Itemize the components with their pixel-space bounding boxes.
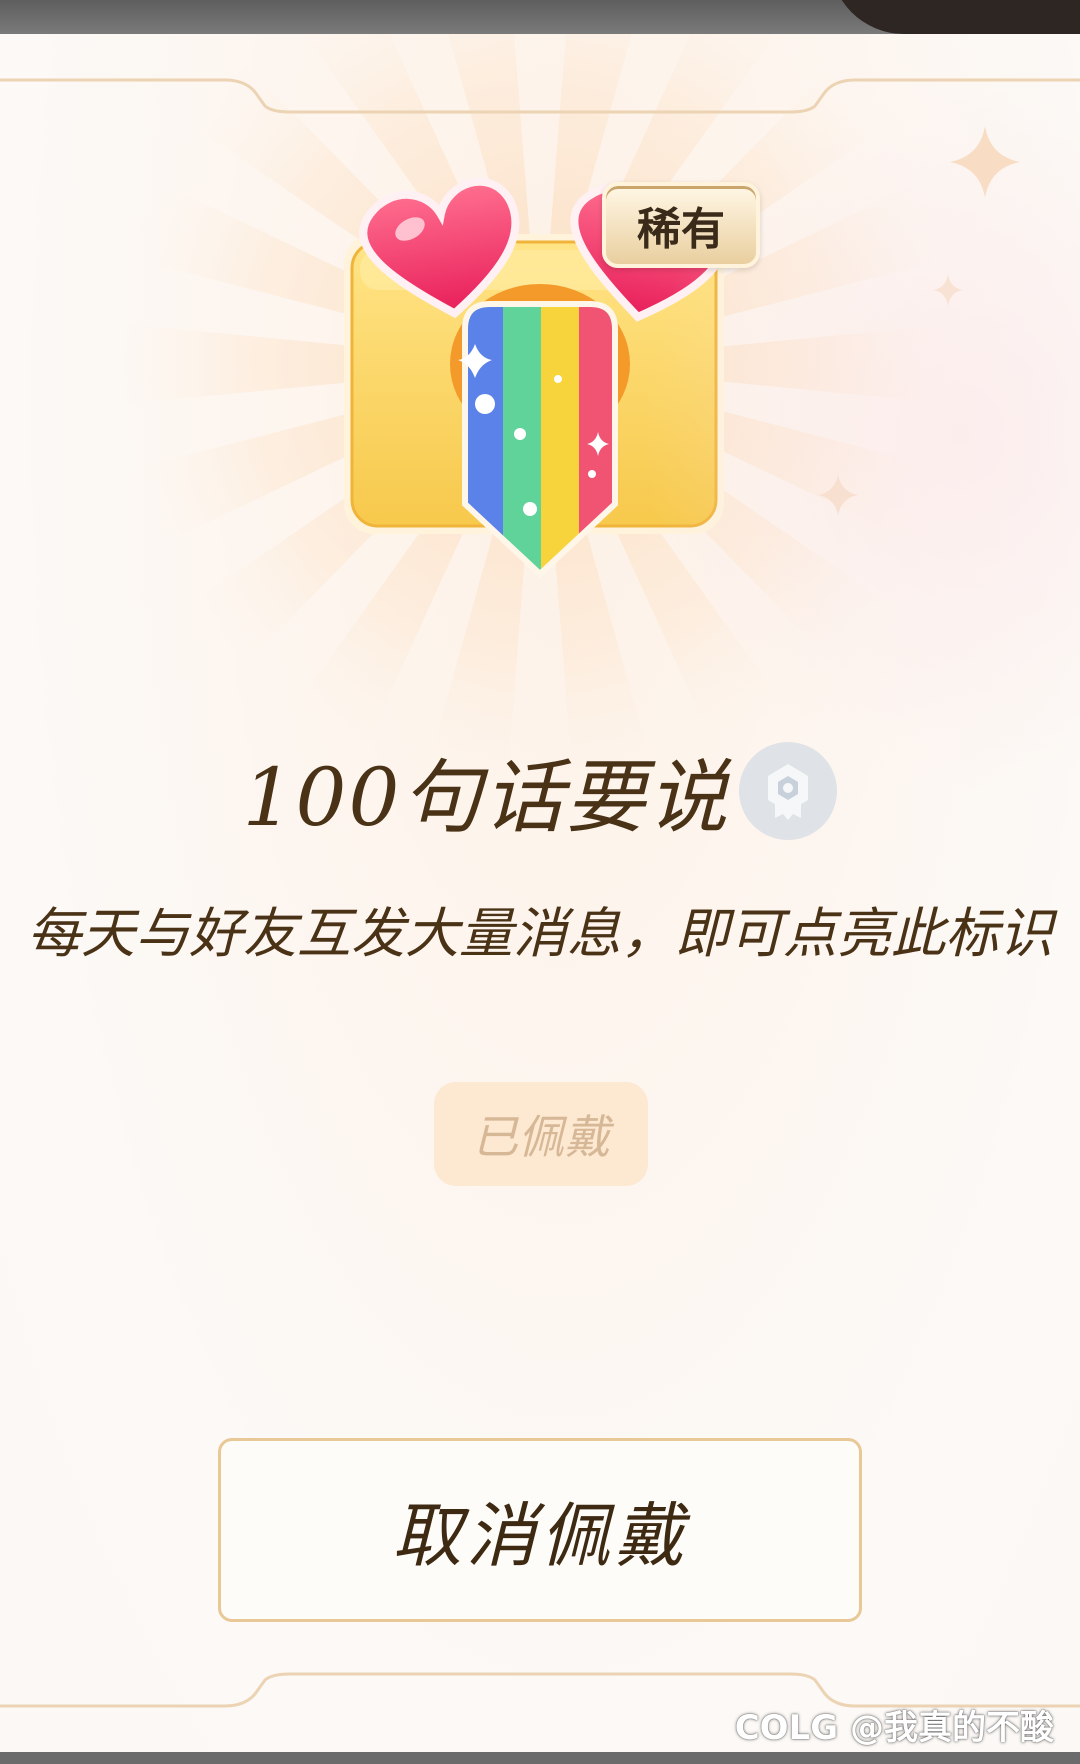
badge-title: 100句话要说 — [242, 751, 730, 844]
watermark: COLG @我真的不酸 — [734, 1707, 1054, 1748]
badge-detail-card: 稀有 100句话要说 每天与好友互发大量消息，即可点亮此标识 已佩戴 取消佩戴 — [0, 34, 1080, 1752]
medal-icon — [739, 742, 838, 840]
status-bar — [0, 0, 1080, 34]
avatar-edge — [830, 0, 1080, 34]
sparkle-icon — [818, 126, 1020, 516]
badge-title-row: 100句话要说 — [0, 736, 1080, 846]
cancel-wear-button[interactable]: 取消佩戴 — [218, 1438, 862, 1622]
worn-status-badge: 已佩戴 — [434, 1082, 648, 1186]
badge-description: 每天与好友互发大量消息，即可点亮此标识 — [27, 902, 1053, 965]
rarity-tag: 稀有 — [602, 182, 760, 268]
bottom-strip — [0, 1752, 1080, 1764]
